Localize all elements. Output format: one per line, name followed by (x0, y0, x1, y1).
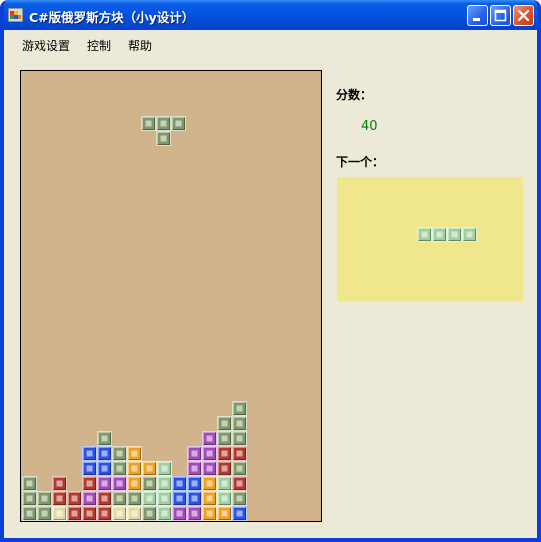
stack-block (97, 431, 112, 446)
stack-block (142, 491, 157, 506)
stack-block (232, 491, 247, 506)
stack-block (172, 506, 187, 521)
stack-block (157, 506, 172, 521)
stack-block (97, 476, 112, 491)
preview-canvas (417, 227, 477, 242)
stack-block (157, 476, 172, 491)
close-button[interactable] (513, 5, 534, 26)
stack-block (127, 506, 142, 521)
stack-block (187, 491, 202, 506)
stack-block (232, 506, 247, 521)
stack-block (112, 476, 127, 491)
close-icon (517, 9, 530, 22)
stack-block (187, 461, 202, 476)
minimize-button[interactable] (467, 5, 488, 26)
stack-block (82, 491, 97, 506)
menu-help[interactable]: 帮助 (128, 37, 152, 54)
next-piece-block (417, 227, 432, 242)
title-bar[interactable]: C#版俄罗斯方块（小y设计） (4, 0, 537, 30)
stack-block (217, 506, 232, 521)
stack-block (217, 446, 232, 461)
stack-block (37, 506, 52, 521)
stack-block (127, 461, 142, 476)
next-piece-block (462, 227, 477, 242)
next-piece-block (432, 227, 447, 242)
falling-piece-block (156, 131, 171, 146)
stack-block (232, 431, 247, 446)
stack-block (22, 506, 37, 521)
stack-block (142, 461, 157, 476)
minimize-icon (473, 18, 480, 21)
game-board[interactable] (20, 70, 322, 522)
menu-control[interactable]: 控制 (87, 37, 111, 54)
stack-block (232, 476, 247, 491)
stack-block (142, 476, 157, 491)
stack-block (202, 476, 217, 491)
stack-block (97, 446, 112, 461)
stack-block (172, 476, 187, 491)
stack-block (97, 461, 112, 476)
score-value: 40 (361, 119, 378, 134)
stack-block (202, 506, 217, 521)
stack-block (112, 506, 127, 521)
stack-block (202, 491, 217, 506)
maximize-icon (494, 9, 507, 22)
stack-block (217, 431, 232, 446)
stack-block (217, 461, 232, 476)
stack-block (217, 491, 232, 506)
next-piece-label: 下一个： (336, 155, 385, 169)
stack-block (172, 491, 187, 506)
falling-piece-block (171, 116, 186, 131)
stack-block (232, 416, 247, 431)
stack-block (37, 491, 52, 506)
stack-block (52, 491, 67, 506)
stack-block (112, 446, 127, 461)
stack-block (217, 416, 232, 431)
falling-piece-block (156, 116, 171, 131)
stack-block (187, 506, 202, 521)
next-piece-preview (337, 177, 523, 301)
stack-block (232, 461, 247, 476)
stack-block (82, 476, 97, 491)
stack-block (67, 506, 82, 521)
stack-block (67, 491, 82, 506)
game-window: C#版俄罗斯方块（小y设计） 游戏设置 控制 帮助 分数： 40 下一个： (0, 0, 541, 542)
stack-block (97, 506, 112, 521)
stack-block (112, 491, 127, 506)
falling-piece-block (141, 116, 156, 131)
menu-game-settings[interactable]: 游戏设置 (22, 37, 70, 54)
stack-block (142, 506, 157, 521)
stack-block (82, 461, 97, 476)
stack-block (97, 491, 112, 506)
stack-block (82, 446, 97, 461)
stack-block (232, 401, 247, 416)
stack-block (82, 506, 97, 521)
stack-block (127, 446, 142, 461)
stack-block (232, 446, 247, 461)
next-piece-block (447, 227, 462, 242)
stack-block (52, 506, 67, 521)
stack-block (127, 476, 142, 491)
stack-block (202, 461, 217, 476)
stack-block (127, 491, 142, 506)
stack-block (22, 476, 37, 491)
board-canvas (22, 116, 247, 521)
stack-block (112, 461, 127, 476)
stack-block (187, 476, 202, 491)
stack-block (202, 431, 217, 446)
stack-block (187, 446, 202, 461)
stack-block (157, 461, 172, 476)
stack-block (52, 476, 67, 491)
score-label: 分数： (336, 88, 373, 102)
stack-block (157, 491, 172, 506)
stack-block (217, 476, 232, 491)
stack-block (202, 446, 217, 461)
stack-block (22, 491, 37, 506)
maximize-button[interactable] (490, 5, 511, 26)
tetris-app-icon (8, 8, 23, 22)
window-title: C#版俄罗斯方块（小y设计） (29, 10, 195, 25)
menu-bar: 游戏设置 控制 帮助 (4, 30, 537, 54)
